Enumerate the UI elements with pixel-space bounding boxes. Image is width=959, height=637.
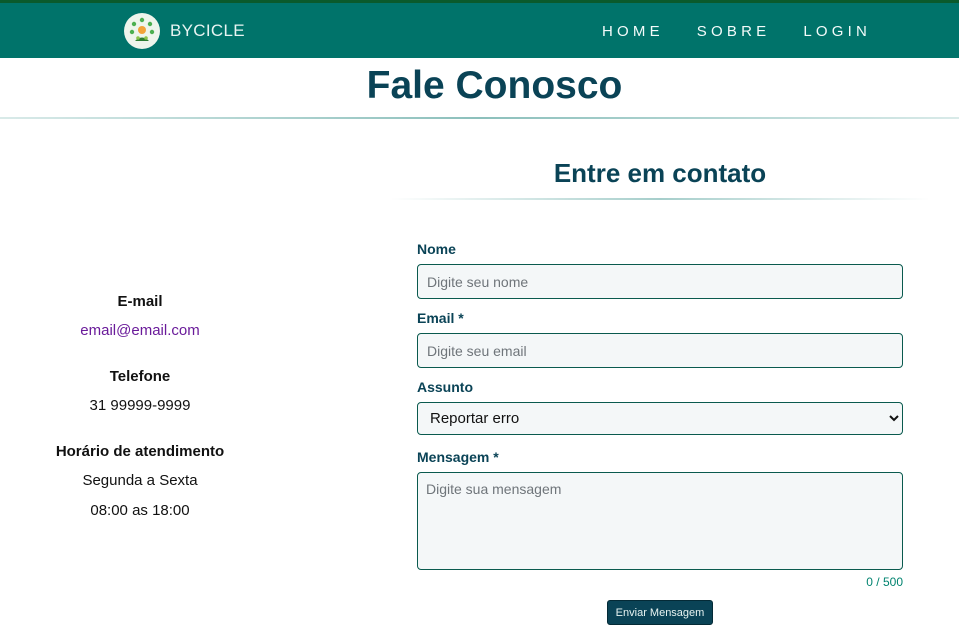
char-counter: 0 / 500 xyxy=(866,575,903,589)
title-divider xyxy=(0,117,959,119)
hours-time: 08:00 as 18:00 xyxy=(90,502,190,519)
nav-link-login[interactable]: LOGIN xyxy=(803,23,871,41)
message-textarea[interactable] xyxy=(417,472,903,570)
brand-name: BYCICLE xyxy=(170,21,245,40)
email-link[interactable]: email@email.com xyxy=(80,322,199,339)
nav-link-home[interactable]: HOME xyxy=(602,23,664,41)
brand-link[interactable]: BYCICLE xyxy=(124,13,245,49)
navbar: BYCICLE HOME SOBRE LOGIN xyxy=(0,0,959,58)
main-nav: HOME SOBRE LOGIN xyxy=(569,23,871,41)
subject-label: Assunto xyxy=(417,379,473,395)
hours-info-label: Horário de atendimento xyxy=(55,443,225,460)
name-label: Nome xyxy=(417,241,456,257)
subject-select[interactable]: Reportar erro xyxy=(417,402,903,435)
hours-days: Segunda a Sexta xyxy=(82,472,198,489)
phone-info-label: Telefone xyxy=(109,368,171,385)
bicycle-logo-icon xyxy=(124,13,160,49)
phone-info-value: 31 99999-9999 xyxy=(89,397,191,414)
email-input[interactable] xyxy=(417,333,903,368)
message-label: Mensagem * xyxy=(417,449,499,465)
name-input[interactable] xyxy=(417,264,903,299)
nav-link-sobre[interactable]: SOBRE xyxy=(697,23,771,41)
send-message-button[interactable]: Enviar Mensagem xyxy=(607,600,713,625)
form-title-divider xyxy=(390,198,930,200)
email-info-label: E-mail xyxy=(117,293,163,310)
email-label: Email * xyxy=(417,310,464,326)
form-title: Entre em contato xyxy=(553,158,767,188)
page-title: Fale Conosco xyxy=(366,64,623,107)
email-info-value: email@email.com xyxy=(40,322,240,339)
